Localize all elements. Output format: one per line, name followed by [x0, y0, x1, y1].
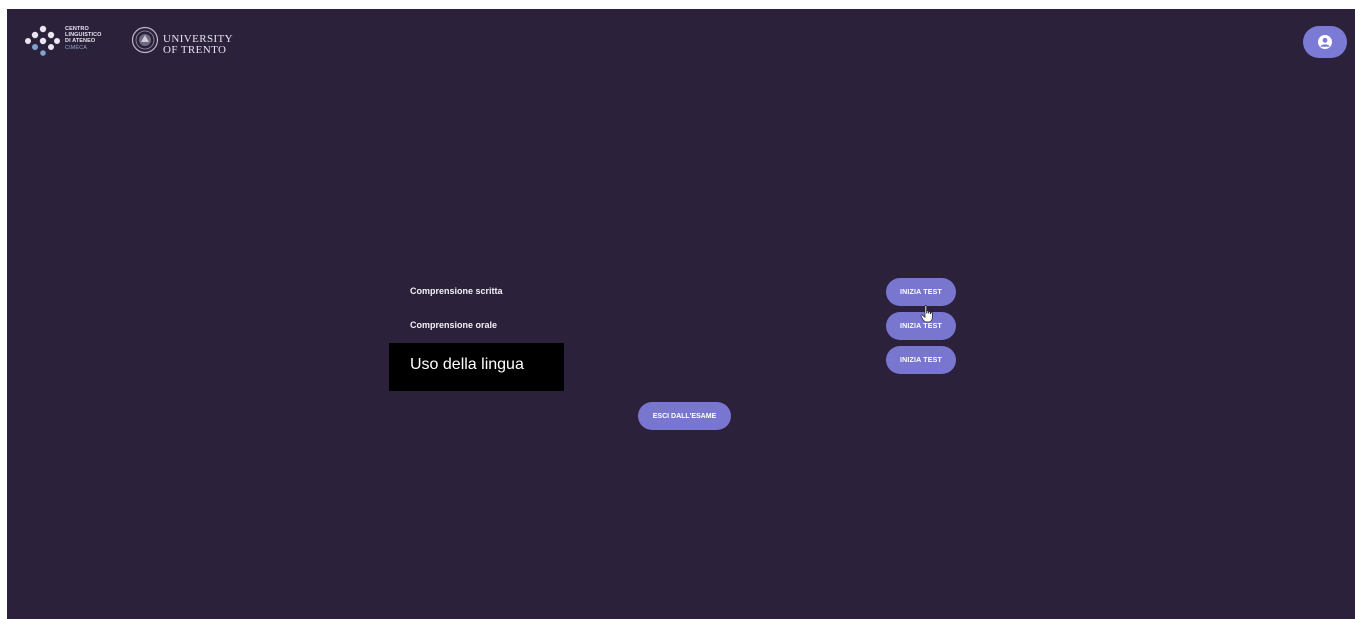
cla-sub: CIMÈCA: [65, 44, 87, 51]
cla-line-1: CENTRO: [65, 26, 89, 32]
exam-label: Comprensione scritta: [410, 286, 503, 296]
cla-line-3: DI ATENEO: [65, 38, 96, 45]
exam-row-comprensione-orale: Comprensione orale INIZIA TEST: [410, 312, 970, 342]
university-seal-icon: [131, 26, 159, 54]
university-name-line-2: OF TRENTO: [163, 44, 227, 56]
exam-row-comprensione-scritta: Comprensione scritta INIZIA TEST: [410, 278, 970, 308]
cla-dots-logo-icon: [25, 25, 60, 56]
hand-cursor-icon: [920, 305, 933, 323]
caption-text: Uso della lingua: [410, 356, 524, 373]
app-window: CENTRO LINGUISTICO DI ATENEO CIMÈCA UNIV…: [7, 9, 1355, 619]
cla-logo[interactable]: CENTRO LINGUISTICO DI ATENEO CIMÈCA: [23, 24, 113, 62]
university-logo[interactable]: UNIVERSITY OF TRENTO: [131, 26, 241, 62]
start-test-button-uso-della-lingua[interactable]: INIZIA TEST: [886, 346, 956, 374]
caption-overlay: Uso della lingua: [389, 343, 564, 391]
exit-exam-button[interactable]: ESCI DALL'ESAME: [638, 402, 731, 430]
start-test-button-comprensione-scritta[interactable]: INIZIA TEST: [886, 278, 956, 306]
user-menu-button[interactable]: [1303, 26, 1347, 58]
cla-line-2: LINGUISTICO: [65, 32, 102, 39]
user-circle-icon: [1318, 35, 1332, 49]
exam-label: Comprensione orale: [410, 320, 498, 330]
